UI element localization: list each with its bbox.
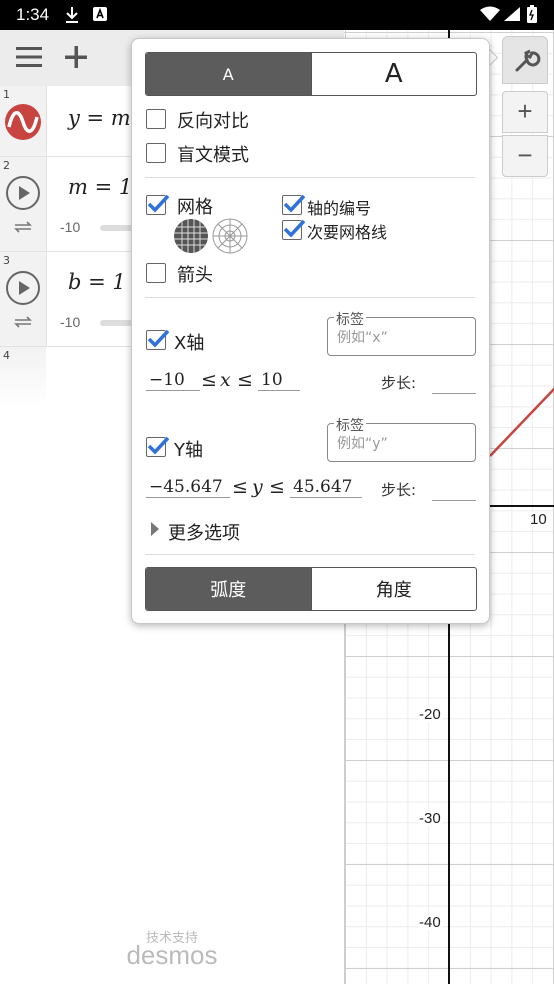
battery-icon bbox=[527, 5, 537, 27]
status-time: 1:34 bbox=[16, 5, 50, 24]
expression-index: 4 bbox=[3, 349, 10, 362]
checkmark-icon bbox=[147, 329, 170, 348]
divider bbox=[145, 177, 475, 178]
expression-curve bbox=[489, 387, 554, 457]
wifi-icon bbox=[480, 6, 500, 26]
axis-numbers-label: 轴的编号 bbox=[307, 199, 372, 218]
leq-symbol: ≤ bbox=[232, 476, 248, 498]
x-axis-field-placeholder: 例如“x” bbox=[337, 330, 388, 346]
expression-index: 3 bbox=[3, 254, 10, 267]
leq-symbol: ≤ bbox=[269, 476, 285, 498]
y-axis-field-label: 标签 bbox=[334, 415, 366, 435]
reverse-contrast-label: 反向对比 bbox=[177, 111, 249, 132]
text-size-toggle: A A bbox=[145, 52, 477, 96]
expression-formula[interactable]: m = 1 bbox=[68, 175, 132, 199]
checkmark-icon bbox=[283, 219, 306, 238]
divider bbox=[145, 554, 475, 555]
y-axis-checkbox[interactable] bbox=[146, 436, 170, 457]
more-options-link[interactable]: 更多选项 bbox=[168, 519, 240, 545]
x-axis-field-label: 标签 bbox=[334, 309, 366, 329]
leq-symbol: ≤ bbox=[201, 369, 217, 391]
x-axis-checkbox[interactable] bbox=[146, 329, 170, 350]
degrees-option[interactable]: 角度 bbox=[310, 568, 477, 610]
x-axis-label: X轴 bbox=[174, 333, 205, 354]
checkmark-icon bbox=[147, 436, 170, 455]
minor-gridlines-checkbox[interactable] bbox=[282, 219, 306, 240]
minor-gridlines-label: 次要网格线 bbox=[307, 223, 388, 242]
cartesian-grid-icon[interactable] bbox=[173, 218, 209, 258]
x-variable: x bbox=[220, 369, 231, 391]
desmos-logo[interactable]: desmos bbox=[0, 940, 344, 971]
zoom-out-button[interactable]: − bbox=[502, 135, 548, 177]
polar-grid-icon[interactable] bbox=[212, 218, 248, 258]
play-slider-icon[interactable] bbox=[4, 174, 42, 216]
graph-settings-popup: A A 反向对比 盲文模式 网格 轴的编号 次要网格线 箭头 X轴 标签 例如“… bbox=[131, 38, 490, 624]
y-axis-field-placeholder: 例如“y” bbox=[337, 436, 388, 452]
expression-gutter: 3 bbox=[0, 252, 47, 346]
angle-mode-toggle: 弧度 角度 bbox=[145, 567, 477, 611]
download-icon bbox=[64, 6, 80, 28]
loop-icon[interactable] bbox=[12, 314, 34, 334]
braille-mode-checkbox[interactable] bbox=[146, 143, 166, 163]
expand-triangle-icon[interactable] bbox=[150, 521, 160, 541]
expression-gutter: 2 bbox=[0, 157, 47, 251]
x-step-input[interactable] bbox=[432, 393, 476, 394]
y-min-input[interactable]: −45.647 bbox=[146, 477, 230, 498]
y-tick-neg40: -40 bbox=[418, 914, 442, 931]
menu-icon[interactable] bbox=[16, 46, 42, 72]
play-slider-icon[interactable] bbox=[4, 269, 42, 311]
add-expression-icon[interactable] bbox=[64, 45, 88, 73]
large-text-option[interactable]: A bbox=[310, 53, 477, 95]
axis-numbers-checkbox[interactable] bbox=[282, 194, 306, 215]
y-step-label: 步长: bbox=[381, 481, 417, 499]
braille-mode-label: 盲文模式 bbox=[177, 145, 249, 166]
slider-min-label[interactable]: -10 bbox=[60, 314, 80, 330]
wrench-icon bbox=[515, 49, 541, 72]
arrows-label: 箭头 bbox=[177, 265, 213, 286]
divider bbox=[145, 297, 475, 298]
app-notification-icon bbox=[92, 6, 108, 26]
expression-gutter: 1 bbox=[0, 86, 47, 156]
expression-index: 2 bbox=[3, 159, 10, 172]
checkmark-icon bbox=[147, 194, 170, 213]
expression-formula[interactable]: y = m bbox=[68, 106, 131, 130]
x-step-label: 步长: bbox=[381, 374, 417, 392]
graph-settings-button[interactable] bbox=[502, 36, 548, 84]
grid-checkbox[interactable] bbox=[146, 194, 170, 215]
small-text-option[interactable]: A bbox=[146, 53, 311, 95]
y-tick-neg30: -30 bbox=[418, 810, 442, 827]
x-axis-label-field[interactable]: 标签 例如“x” bbox=[327, 309, 476, 356]
slider-min-label[interactable]: -10 bbox=[60, 219, 80, 235]
checkmark-icon bbox=[283, 194, 306, 213]
y-step-input[interactable] bbox=[432, 500, 476, 501]
arrows-checkbox[interactable] bbox=[146, 263, 166, 283]
expression-index: 1 bbox=[3, 88, 10, 101]
y-variable: y bbox=[252, 476, 263, 498]
grid-label: 网格 bbox=[177, 197, 213, 218]
reverse-contrast-checkbox[interactable] bbox=[146, 109, 166, 129]
x-min-input[interactable]: −10 bbox=[146, 370, 200, 391]
leq-symbol: ≤ bbox=[237, 369, 253, 391]
x-tick-10: 10 bbox=[529, 511, 548, 528]
x-max-input[interactable]: 10 bbox=[258, 370, 300, 391]
loop-icon[interactable] bbox=[12, 219, 34, 239]
expression-gutter: 4 bbox=[0, 347, 46, 407]
signal-icon bbox=[503, 6, 521, 26]
zoom-in-button[interactable]: + bbox=[502, 91, 548, 133]
y-tick-neg20: -20 bbox=[418, 706, 442, 723]
y-axis-label-field[interactable]: 标签 例如“y” bbox=[327, 415, 476, 462]
expression-formula[interactable]: b = 1 bbox=[68, 270, 126, 294]
y-axis-label: Y轴 bbox=[174, 440, 203, 461]
y-max-input[interactable]: 45.647 bbox=[290, 477, 362, 498]
desmos-curve-icon[interactable] bbox=[4, 103, 42, 145]
radians-option[interactable]: 弧度 bbox=[146, 568, 311, 610]
status-bar: 1:34 bbox=[0, 0, 554, 30]
